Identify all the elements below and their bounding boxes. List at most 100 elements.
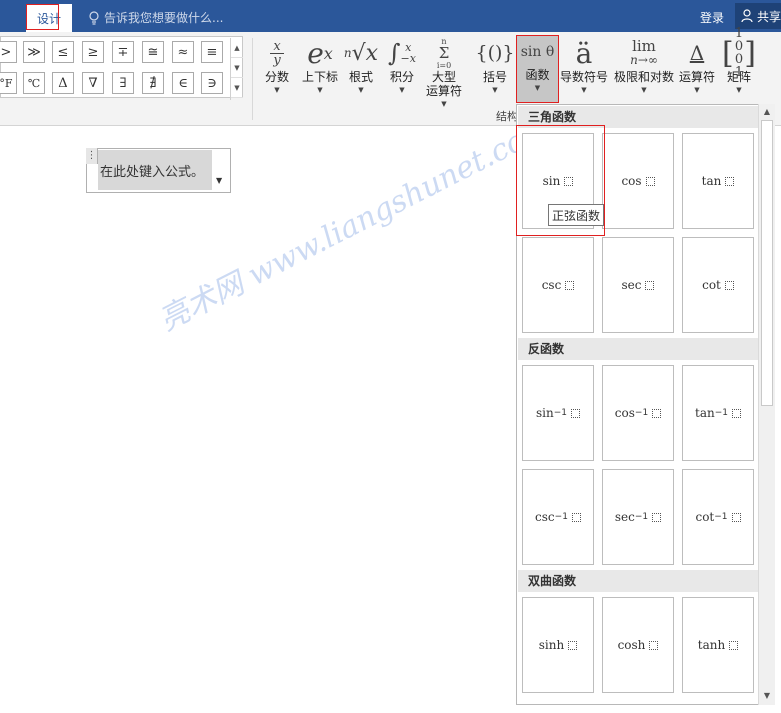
- function-item-tan[interactable]: tan: [682, 133, 754, 229]
- chevron-down-icon: ▼: [358, 86, 364, 94]
- placeholder-icon: [645, 280, 655, 290]
- matrix-button[interactable]: [1 00 1] 矩阵 ▼: [722, 27, 756, 96]
- large-operator-label-1: 大型: [431, 70, 456, 84]
- symbol-button[interactable]: ≤: [52, 41, 74, 63]
- symbol-button[interactable]: ≡: [201, 41, 223, 63]
- placeholder-icon: [729, 640, 739, 650]
- watermark: 亮术网 www.liangshunet.com: [153, 110, 557, 339]
- symbol-button[interactable]: ≈: [172, 41, 194, 63]
- login-link[interactable]: 登录: [700, 9, 724, 26]
- function-item-arctan[interactable]: tan −1: [682, 365, 754, 461]
- placeholder-icon: [732, 408, 741, 418]
- chevron-down-icon: ▼: [641, 86, 647, 94]
- scroll-thumb[interactable]: [761, 120, 773, 406]
- placeholder-icon: [645, 176, 655, 186]
- function-item-arccos[interactable]: cos −1: [602, 365, 674, 461]
- bracket-button[interactable]: {()} 括号 ▼: [475, 36, 515, 96]
- function-item-tanh[interactable]: tanh: [682, 597, 754, 693]
- equation-options-icon[interactable]: ▼: [216, 176, 222, 185]
- large-operator-label-2: 运算符: [425, 84, 462, 98]
- expand-gallery-icon[interactable]: ▼: [231, 78, 243, 98]
- equation-input[interactable]: 在此处键入公式。: [98, 150, 212, 190]
- title-bar: 设计 告诉我您想要做什么... 登录 共享: [0, 0, 781, 32]
- symbol-button[interactable]: ℃: [23, 72, 45, 94]
- chevron-down-icon: ▼: [694, 86, 700, 94]
- placeholder-icon: [725, 176, 735, 186]
- chevron-down-icon: ▼: [399, 86, 405, 94]
- bracket-icon: {()}: [475, 42, 515, 64]
- symbol-button[interactable]: ≫: [23, 41, 45, 63]
- fraction-icon: xy: [262, 36, 292, 70]
- radical-icon: n √x: [343, 40, 379, 66]
- scroll-down-icon[interactable]: ▼: [231, 58, 243, 78]
- accent-button[interactable]: ä 导数符号 ▼: [560, 36, 608, 96]
- symbol-gallery-scroll[interactable]: ▲ ▼ ▼: [230, 38, 243, 100]
- symbol-button[interactable]: ∇: [82, 72, 104, 94]
- fraction-button[interactable]: xy 分数 ▼: [262, 36, 292, 96]
- scroll-up-icon[interactable]: ▲: [759, 104, 775, 120]
- chevron-down-icon: ▼: [581, 86, 587, 94]
- symbol-button[interactable]: ∓: [112, 41, 134, 63]
- function-icon: sin θ: [520, 44, 555, 60]
- function-item-cos[interactable]: cos: [602, 133, 674, 229]
- function-item-csc[interactable]: csc: [522, 237, 594, 333]
- section-hyperbolic: 双曲函数: [518, 570, 758, 592]
- function-item-arccot[interactable]: cot −1: [682, 469, 754, 565]
- chevron-down-icon: ▼: [492, 86, 498, 94]
- function-button[interactable]: sin θ 函数 ▼: [516, 35, 559, 103]
- radical-button[interactable]: n √x 根式 ▼: [344, 36, 378, 96]
- placeholder-icon: [652, 512, 662, 522]
- symbol-button[interactable]: ∃: [112, 72, 134, 94]
- chevron-down-icon: ▼: [736, 86, 742, 94]
- symbol-button[interactable]: ≅: [142, 41, 164, 63]
- chevron-down-icon: ▼: [274, 86, 280, 94]
- panel-scrollbar[interactable]: ▲ ▼: [758, 104, 775, 705]
- symbol-button[interactable]: ≥: [82, 41, 104, 63]
- function-item-cosh[interactable]: cosh: [602, 597, 674, 693]
- person-add-icon: [741, 9, 753, 23]
- highlight-box-design-tab: [26, 4, 59, 30]
- tooltip: 正弦函数: [548, 204, 604, 226]
- accent-icon: ä: [575, 36, 593, 70]
- scroll-up-icon[interactable]: ▲: [231, 38, 243, 58]
- bracket-label: 括号: [482, 70, 507, 84]
- lightbulb-icon: [89, 10, 99, 25]
- function-item-arcsin[interactable]: sin −1: [522, 365, 594, 461]
- integral-button[interactable]: ∫ x −x 积分 ▼: [386, 36, 418, 96]
- placeholder-icon: [652, 408, 662, 418]
- symbol-button[interactable]: Δ: [52, 72, 74, 94]
- equation-move-handle[interactable]: ⋮: [86, 148, 98, 164]
- symbol-button[interactable]: ∈: [172, 72, 194, 94]
- fraction-label: 分数: [264, 70, 289, 84]
- chevron-down-icon: ▼: [441, 100, 447, 108]
- script-icon: ex: [307, 36, 333, 70]
- symbol-button[interactable]: ∄: [142, 72, 164, 94]
- chevron-down-icon: ▼: [534, 84, 541, 92]
- function-item-cot[interactable]: cot: [682, 237, 754, 333]
- large-operator-button[interactable]: n Σi=0 大型 运算符 ▼: [424, 36, 464, 110]
- limit-log-button[interactable]: lim n→∞ 极限和对数 ▼: [612, 36, 676, 96]
- symbol-button[interactable]: ∋: [201, 72, 223, 94]
- chevron-down-icon: ▼: [317, 86, 323, 94]
- placeholder-icon: [565, 280, 575, 290]
- function-item-sinh[interactable]: sinh: [522, 597, 594, 693]
- scroll-down-icon[interactable]: ▼: [759, 688, 775, 704]
- symbol-button[interactable]: °F: [0, 72, 17, 94]
- function-item-sec[interactable]: sec: [602, 237, 674, 333]
- function-item-arcsec[interactable]: sec −1: [602, 469, 674, 565]
- function-label: 函数: [525, 68, 550, 82]
- placeholder-icon: [731, 512, 741, 522]
- placeholder-icon: [568, 640, 578, 650]
- section-inverse: 反函数: [518, 338, 758, 360]
- symbol-button[interactable]: >: [0, 41, 17, 63]
- integral-icon: ∫ x −x: [388, 39, 416, 67]
- matrix-label: 矩阵: [726, 70, 751, 84]
- function-item-arccsc[interactable]: csc −1: [522, 469, 594, 565]
- operator-button[interactable]: Δ 运算符 ▼: [678, 36, 716, 96]
- symbol-gallery: > ≫ ≤ ≥ ∓ ≅ ≈ ≡ °F ℃ Δ ∇ ∃ ∄ ∈ ∋: [0, 36, 243, 98]
- accent-label: 导数符号: [560, 70, 609, 84]
- script-button[interactable]: ex 上下标 ▼: [300, 36, 340, 96]
- sum-icon: n Σi=0: [436, 36, 452, 70]
- operator-label: 运算符: [678, 70, 715, 84]
- tell-me-search[interactable]: 告诉我您想要做什么...: [88, 9, 223, 26]
